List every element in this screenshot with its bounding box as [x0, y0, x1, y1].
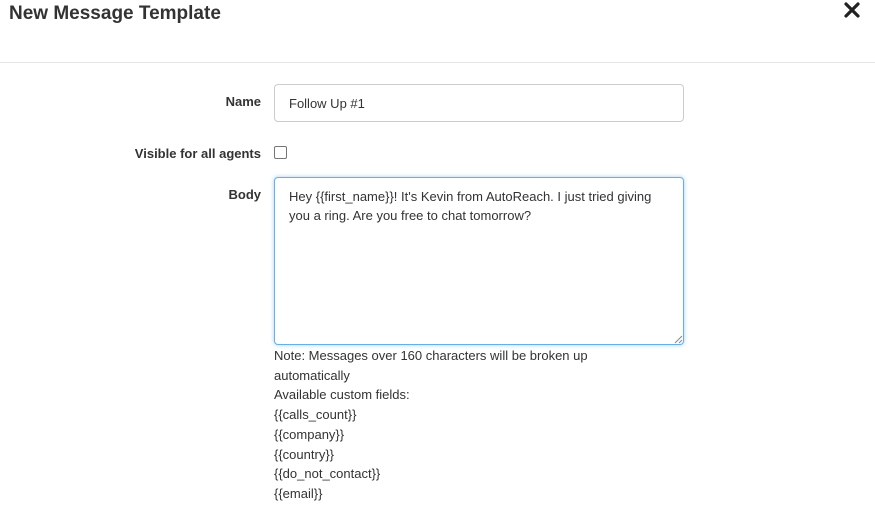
- body-textarea[interactable]: Hey {{first_name}}! It's Kevin from Auto…: [274, 177, 684, 345]
- new-message-template-modal: New Message Template Name Visible for al…: [0, 0, 875, 506]
- help-text: Note: Messages over 160 characters will …: [274, 346, 634, 504]
- visible-for-all-agents-checkbox[interactable]: [274, 146, 287, 159]
- custom-fields-heading: Available custom fields:: [274, 387, 410, 403]
- visible-for-all-agents-label: Visible for all agents: [134, 146, 261, 161]
- character-limit-note: Note: Messages over 160 characters will …: [274, 348, 588, 383]
- custom-field-item: {{email}}: [274, 485, 323, 501]
- name-label: Name: [225, 94, 261, 109]
- modal-title: New Message Template: [9, 3, 221, 24]
- custom-field-item: {{do_not_contact}}: [274, 466, 381, 482]
- body-label: Body: [228, 187, 262, 202]
- modal-header: New Message Template: [0, 0, 875, 63]
- custom-field-item: {{company}}: [274, 426, 345, 442]
- close-icon: [844, 2, 860, 18]
- custom-field-item: {{calls_count}}: [274, 407, 357, 423]
- close-button[interactable]: [842, 0, 862, 20]
- resize-grip-icon[interactable]: [674, 335, 683, 344]
- custom-field-item: {{country}}: [274, 446, 334, 462]
- name-input[interactable]: [274, 84, 684, 122]
